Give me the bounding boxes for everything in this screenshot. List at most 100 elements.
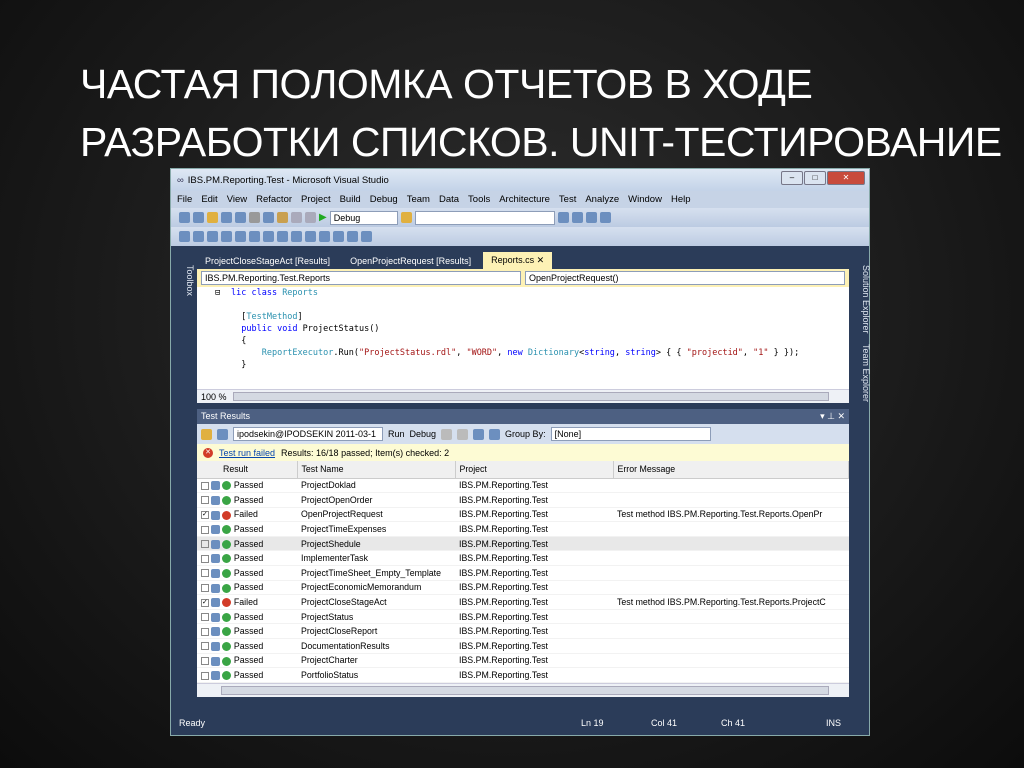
bookmark-icon[interactable] xyxy=(291,231,302,242)
row-checkbox[interactable] xyxy=(201,481,209,490)
table-row[interactable]: Passed ImplementerTask IBS.PM.Reporting.Te… xyxy=(197,550,849,567)
table-row[interactable]: Passed ProjectOpenOrder IBS.PM.Reporting.T… xyxy=(197,492,849,508)
table-row[interactable]: Passed ProjectCloseReport IBS.PM.Reporting… xyxy=(197,623,849,640)
table-row[interactable]: Passed ProjectStatus IBS.PM.Reporting.Test xyxy=(197,609,849,625)
menu-view[interactable]: View xyxy=(227,194,247,205)
add-item-icon[interactable] xyxy=(193,212,204,223)
document-tab[interactable]: ProjectCloseStageAct [Results] xyxy=(197,253,338,269)
properties-icon[interactable] xyxy=(571,212,583,223)
solution-explorer-tab[interactable]: Solution ExplorerTeam Explorer xyxy=(851,251,871,402)
save-all-icon[interactable] xyxy=(235,212,246,223)
undo-icon[interactable] xyxy=(291,212,302,223)
export-icon[interactable] xyxy=(473,428,485,440)
test-run-failed-link[interactable]: Test run failed xyxy=(219,448,275,458)
menu-team[interactable]: Team xyxy=(407,194,430,205)
outdent-icon[interactable] xyxy=(235,231,246,242)
editor-tool-icon[interactable] xyxy=(179,231,190,242)
bookmark-icon[interactable] xyxy=(277,231,288,242)
save-icon[interactable] xyxy=(221,212,232,223)
menu-tools[interactable]: Tools xyxy=(468,194,490,205)
row-checkbox[interactable] xyxy=(201,642,209,651)
horizontal-scrollbar[interactable] xyxy=(232,392,829,401)
menu-architecture[interactable]: Architecture xyxy=(499,194,550,205)
row-checkbox[interactable]: ✓ xyxy=(201,511,209,520)
uncomment-icon[interactable] xyxy=(263,231,274,242)
row-checkbox[interactable] xyxy=(201,569,209,578)
table-row[interactable]: Passed ProjectTimeExpenses IBS.PM.Reportin… xyxy=(197,521,849,537)
test-tool-icon[interactable] xyxy=(319,231,330,242)
document-tab[interactable]: Reports.cs ✕ xyxy=(483,252,553,269)
bookmark-icon[interactable] xyxy=(305,231,316,242)
menu-window[interactable]: Window xyxy=(628,194,662,205)
list-view-icon[interactable] xyxy=(201,428,212,440)
test-tool-icon[interactable] xyxy=(347,231,358,242)
row-checkbox[interactable] xyxy=(201,584,209,593)
menu-debug[interactable]: Debug xyxy=(370,194,398,205)
cut-icon[interactable] xyxy=(249,212,260,223)
row-checkbox[interactable] xyxy=(201,613,209,622)
close-button[interactable]: ✕ xyxy=(827,171,865,185)
test-tool-icon[interactable] xyxy=(361,231,372,242)
row-checkbox[interactable]: ✓ xyxy=(201,598,209,607)
pane-controls[interactable]: ▾ ⊥ ✕ xyxy=(820,411,845,422)
start-debug-icon[interactable]: ▶ xyxy=(319,212,327,223)
code-editor[interactable]: ⊟ lic class Reports [TestMethod] public v… xyxy=(197,287,849,389)
run-button[interactable]: Run xyxy=(388,429,405,439)
maximize-button[interactable]: □ xyxy=(804,171,826,185)
table-row[interactable]: Passed PortfolioStatus IBS.PM.Reporting.Te… xyxy=(197,667,849,683)
test-run-select[interactable]: ipodsekin@IPODSEKIN 2011-03-1 xyxy=(233,427,383,441)
team-explorer-tab[interactable]: Team Explorer xyxy=(861,344,871,402)
member-dropdown[interactable]: OpenProjectRequest() xyxy=(525,271,845,285)
column-project[interactable]: Project xyxy=(455,461,614,479)
redo-icon[interactable] xyxy=(305,212,316,223)
table-row[interactable]: Passed DocumentationResults IBS.PM.Reporti… xyxy=(197,638,849,654)
config-select[interactable]: Debug xyxy=(329,210,398,225)
table-row[interactable]: Passed ProjectEconomicMemorandum IBS.PM.Re… xyxy=(197,580,849,596)
toolbox-icon[interactable] xyxy=(599,212,611,223)
pause-icon[interactable] xyxy=(441,428,453,440)
solution-explorer-icon[interactable] xyxy=(557,212,569,223)
row-checkbox[interactable] xyxy=(201,525,209,534)
editor-tool-icon[interactable] xyxy=(193,231,204,242)
toolbox-tab[interactable]: Toolbox xyxy=(175,251,195,296)
type-dropdown[interactable]: IBS.PM.Reporting.Test.Reports xyxy=(201,271,521,285)
comment-icon[interactable] xyxy=(249,231,260,242)
import-icon[interactable] xyxy=(489,428,501,440)
row-checkbox[interactable] xyxy=(201,496,209,505)
document-tab[interactable]: OpenProjectRequest [Results] xyxy=(342,253,479,269)
stop-icon[interactable] xyxy=(457,428,469,440)
row-checkbox[interactable] xyxy=(201,671,209,680)
menu-file[interactable]: File xyxy=(177,194,192,205)
table-row[interactable]: Passed ProjectDoklad IBS.PM.Reporting.Test xyxy=(197,478,849,494)
find-icon[interactable] xyxy=(400,212,412,223)
row-checkbox[interactable] xyxy=(201,657,209,665)
table-row[interactable]: ✓ Failed ProjectCloseStageAct IBS.PM.Repor… xyxy=(197,594,849,610)
results-horizontal-scrollbar[interactable] xyxy=(221,686,829,695)
copy-icon[interactable] xyxy=(263,212,274,223)
menu-edit[interactable]: Edit xyxy=(201,194,217,205)
menu-test[interactable]: Test xyxy=(559,194,576,205)
menu-analyze[interactable]: Analyze xyxy=(585,194,619,205)
find-combo[interactable] xyxy=(414,210,555,225)
table-row[interactable]: Passed ProjectCharter IBS.PM.Reporting.Tes… xyxy=(197,653,849,669)
menu-help[interactable]: Help xyxy=(671,194,691,205)
paste-icon[interactable] xyxy=(277,212,288,223)
indent-icon[interactable] xyxy=(221,231,232,242)
table-row[interactable]: Passed ProjectShedule IBS.PM.Reporting.Tes… xyxy=(197,536,849,552)
minimize-button[interactable]: – xyxy=(781,171,803,185)
column-test-name[interactable]: Test Name xyxy=(297,461,456,479)
debug-button[interactable]: Debug xyxy=(410,429,437,439)
column-error-message[interactable]: Error Message xyxy=(613,461,849,479)
object-browser-icon[interactable] xyxy=(585,212,597,223)
row-checkbox[interactable] xyxy=(201,540,209,549)
test-tool-icon[interactable] xyxy=(333,231,344,242)
new-project-icon[interactable] xyxy=(179,212,190,223)
zoom-level[interactable]: 100 % xyxy=(201,392,227,402)
open-icon[interactable] xyxy=(207,212,218,223)
tree-view-icon[interactable] xyxy=(217,428,228,440)
group-by-select[interactable]: [None] xyxy=(550,427,711,441)
menu-refactor[interactable]: Refactor xyxy=(256,194,292,205)
table-row[interactable]: ✓ Failed OpenProjectRequest IBS.PM.Reporti… xyxy=(197,507,849,523)
menu-project[interactable]: Project xyxy=(301,194,331,205)
table-row[interactable]: Passed ProjectTimeSheet_Empty_Template IBS… xyxy=(197,565,849,581)
